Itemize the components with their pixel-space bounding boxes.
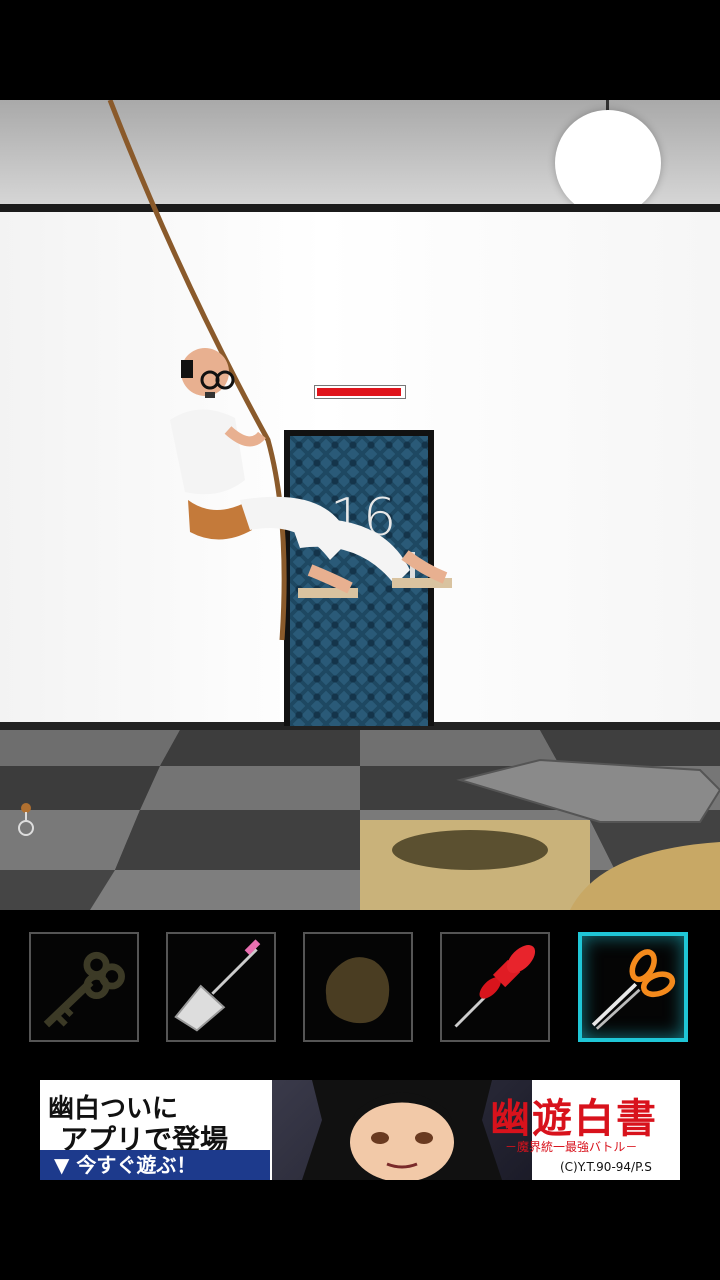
boss-health-fill	[317, 388, 401, 396]
ad-play-now-button[interactable]: ▼ 今すぐ遊ぶ！	[40, 1150, 270, 1180]
inventory-slot-dirt[interactable]	[303, 932, 413, 1042]
inventory-slot-key[interactable]	[29, 932, 139, 1042]
ad-copyright: (C)Y.T.90-94/P.S	[560, 1160, 652, 1174]
ad-subtitle: －魔界統一最強バトル－	[505, 1140, 638, 1154]
navigation-bar	[0, 1180, 720, 1280]
status-bar	[0, 0, 720, 100]
inventory-bar	[0, 910, 720, 1080]
game-scene[interactable]: 16	[0, 100, 720, 910]
pushpin-icon	[454, 945, 536, 1028]
inventory-slot-shovel[interactable]	[166, 932, 276, 1042]
shovel-icon	[174, 939, 261, 1032]
inventory-slot-scissors[interactable]	[578, 932, 688, 1042]
dirt-clod-icon	[325, 957, 390, 1024]
wall-hook-icon[interactable]	[14, 800, 38, 840]
advertisement-banner[interactable]: 幽白ついに アプリで登場 ▼ 今すぐ遊ぶ！ 幽遊白書 －魔界統一最強バトル－ (…	[40, 1080, 680, 1180]
checkered-floor[interactable]	[0, 730, 720, 910]
key-icon	[43, 951, 125, 1028]
ceiling-edge	[0, 204, 720, 212]
ad-logo: 幽遊白書	[490, 1095, 658, 1142]
scissors-icon	[591, 949, 676, 1030]
ceiling-lamp[interactable]	[555, 110, 661, 216]
boss-health-bar	[314, 385, 406, 399]
inventory-slot-pushpin[interactable]	[440, 932, 550, 1042]
